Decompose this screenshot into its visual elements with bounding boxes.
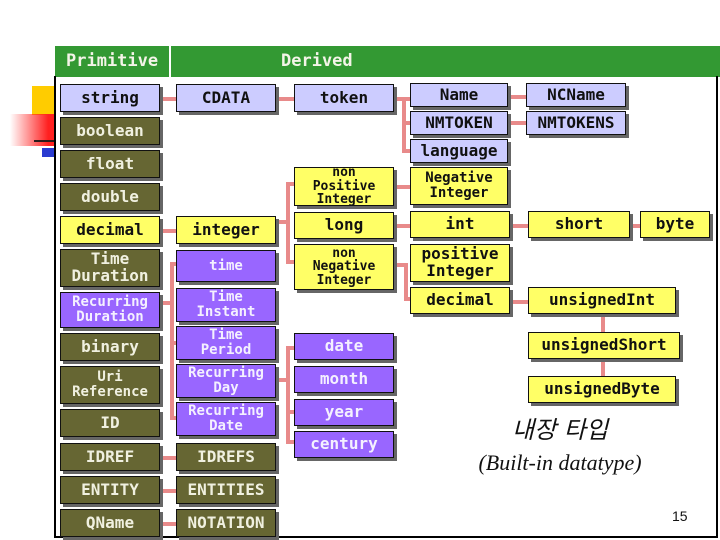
type-binary: binary xyxy=(60,333,160,361)
connector xyxy=(630,224,640,228)
connector xyxy=(510,224,528,228)
type-idref: IDREF xyxy=(60,443,160,471)
type-unsigned-int: unsignedInt xyxy=(528,287,676,314)
type-long: long xyxy=(294,212,394,239)
type-recurring-day: Recurring Day xyxy=(176,364,276,398)
connector xyxy=(286,182,294,186)
type-century: century xyxy=(294,431,394,458)
type-non-negative-integer: non Negative Integer xyxy=(294,244,394,290)
type-year: year xyxy=(294,399,394,426)
type-id: ID xyxy=(60,409,160,437)
type-unsigned-byte: unsignedByte xyxy=(528,376,676,403)
type-uri-reference: Uri Reference xyxy=(60,366,160,404)
connector xyxy=(286,440,294,444)
type-non-positive-integer: non Positive Integer xyxy=(294,166,394,207)
type-time-period: Time Period xyxy=(176,326,276,360)
primitive-header: Primitive xyxy=(55,46,169,77)
type-token: token xyxy=(294,84,394,112)
connector xyxy=(286,260,294,264)
type-cdata: CDATA xyxy=(176,84,276,112)
connector xyxy=(160,489,176,493)
type-language: language xyxy=(410,139,508,163)
type-name: Name xyxy=(410,83,508,107)
connector xyxy=(601,313,605,333)
caption-english: (Built-in datatype) xyxy=(478,450,642,475)
type-decimal: decimal xyxy=(60,216,160,244)
type-notation: NOTATION xyxy=(176,509,276,537)
connector xyxy=(286,346,294,350)
type-time-instant: Time Instant xyxy=(176,288,276,322)
derived-header: Derived xyxy=(171,46,720,77)
connector xyxy=(601,358,605,378)
connector xyxy=(286,182,290,264)
type-ncname: NCName xyxy=(526,83,626,107)
connector xyxy=(160,456,176,460)
type-idrefs: IDREFS xyxy=(176,443,276,471)
type-positive-integer: positive Integer xyxy=(410,244,510,282)
type-nmtokens: NMTOKENS xyxy=(526,111,626,135)
type-qname: QName xyxy=(60,509,160,537)
type-int: int xyxy=(410,211,510,238)
connector xyxy=(402,97,406,153)
type-string: string xyxy=(60,84,160,112)
type-byte: byte xyxy=(640,211,710,238)
connector xyxy=(510,300,528,304)
type-time: time xyxy=(176,250,276,282)
type-short: short xyxy=(528,211,630,238)
type-float: float xyxy=(60,150,160,178)
connector xyxy=(286,410,294,414)
type-nmtoken: NMTOKEN xyxy=(410,111,508,135)
type-boolean: boolean xyxy=(60,117,160,145)
decorative-yellow-square xyxy=(32,86,55,115)
connector xyxy=(508,95,526,99)
connector xyxy=(160,229,176,233)
decorative-line xyxy=(34,140,55,142)
type-entities: ENTITIES xyxy=(176,476,276,504)
connector xyxy=(508,121,526,125)
type-decimal-derived: decimal xyxy=(410,287,510,314)
type-date: date xyxy=(294,333,394,360)
connector xyxy=(286,346,290,444)
page-number: 15 xyxy=(672,508,688,524)
connector xyxy=(160,97,176,101)
type-unsigned-short: unsignedShort xyxy=(528,332,680,359)
type-time-duration: Time Duration xyxy=(60,249,160,287)
type-recurring-duration: Recurring Duration xyxy=(60,292,160,328)
type-entity: ENTITY xyxy=(60,476,160,504)
type-recurring-date: Recurring Date xyxy=(176,402,276,436)
connector xyxy=(160,522,176,526)
type-month: month xyxy=(294,366,394,393)
caption-korean: 내장 타입 xyxy=(512,416,608,444)
connector xyxy=(404,263,408,301)
type-double: double xyxy=(60,183,160,211)
type-integer: integer xyxy=(176,216,276,244)
connector xyxy=(276,97,294,101)
type-negative-integer: Negative Integer xyxy=(410,167,508,205)
